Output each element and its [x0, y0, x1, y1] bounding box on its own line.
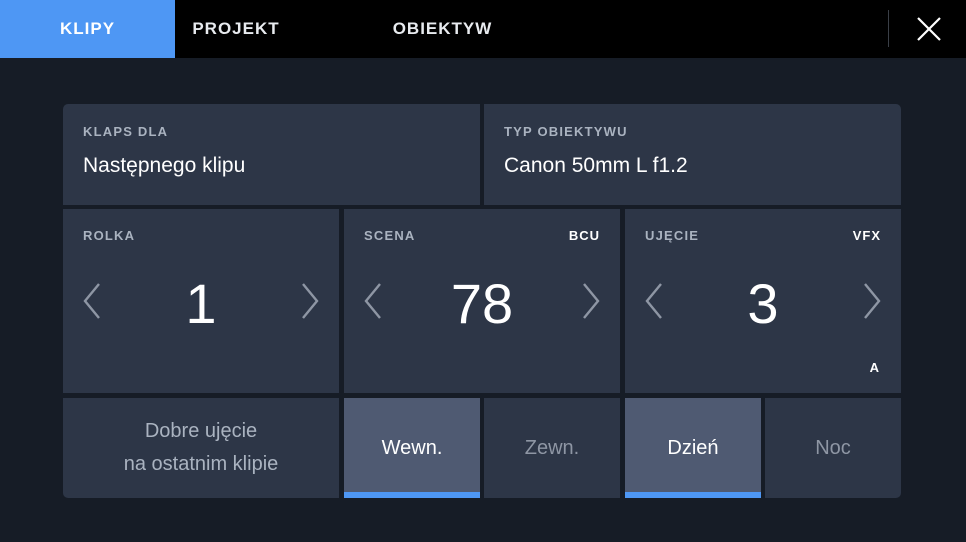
take-label: UJĘCIE: [645, 228, 700, 243]
close-button[interactable]: [900, 0, 958, 58]
take-value: 3: [747, 272, 779, 335]
slate-for-label: KLAPS DLA: [83, 124, 169, 139]
slate-for-value: Następnego klipu: [83, 154, 246, 177]
interior-selected-indicator: [344, 492, 480, 498]
top-bar-divider: [888, 10, 889, 47]
exterior-toggle-label: Zewn.: [524, 436, 580, 459]
take-panel: UJĘCIE VFX 3 A: [625, 209, 901, 393]
reel-increment-arrow-icon[interactable]: [299, 281, 321, 321]
interior-toggle[interactable]: Wewn.: [344, 398, 480, 498]
good-take-button[interactable]: Dobre ujęcie na ostatnim klipie: [63, 398, 339, 498]
close-icon: [917, 17, 941, 41]
reel-panel: ROLKA 1: [63, 209, 339, 393]
good-take-line2: na ostatnim klipie: [123, 453, 279, 475]
scene-increment-arrow-icon[interactable]: [580, 281, 602, 321]
take-increment-arrow-icon[interactable]: [861, 281, 883, 321]
interior-toggle-label: Wewn.: [381, 436, 443, 459]
lens-type-panel[interactable]: TYP OBIEKTYWU Canon 50mm L f1.2: [484, 104, 901, 205]
day-toggle[interactable]: Dzień: [625, 398, 761, 498]
tab-lens[interactable]: OBIEKTYW: [370, 0, 515, 58]
scene-label: SCENA: [364, 228, 416, 243]
night-toggle[interactable]: Noc: [765, 398, 901, 498]
night-toggle-label: Noc: [815, 436, 851, 459]
take-suffix: A: [869, 360, 880, 375]
top-bar: KLIPY PROJEKT OBIEKTYW: [0, 0, 966, 58]
scene-panel: SCENA BCU 78: [344, 209, 620, 393]
scene-value[interactable]: 78: [344, 271, 620, 336]
tab-clips[interactable]: KLIPY: [0, 0, 175, 58]
day-toggle-label: Dzień: [667, 436, 719, 459]
lens-type-value: Canon 50mm L f1.2: [504, 154, 688, 177]
tab-project[interactable]: PROJEKT: [175, 0, 297, 58]
good-take-line1: Dobre ujęcie: [144, 420, 258, 442]
reel-label: ROLKA: [83, 228, 136, 243]
slate-for-panel[interactable]: KLAPS DLA Następnego klipu: [63, 104, 480, 205]
take-tag-badge[interactable]: VFX: [853, 228, 881, 243]
day-selected-indicator: [625, 492, 761, 498]
reel-value: 1: [185, 272, 217, 335]
lens-type-label: TYP OBIEKTYWU: [504, 124, 628, 139]
scene-tag-badge[interactable]: BCU: [569, 228, 600, 243]
exterior-toggle[interactable]: Zewn.: [484, 398, 620, 498]
